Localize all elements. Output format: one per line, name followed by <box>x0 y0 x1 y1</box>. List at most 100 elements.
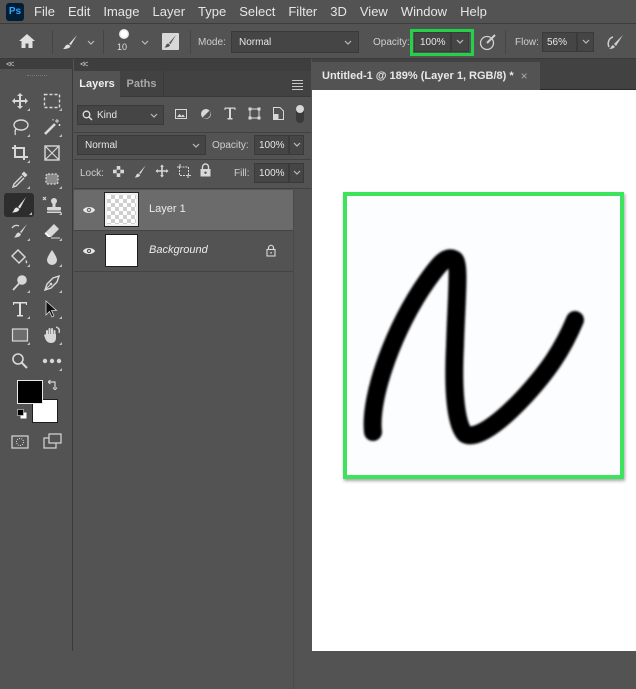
path-selection-tool[interactable] <box>40 297 64 321</box>
rectangular-marquee-tool[interactable] <box>40 89 64 113</box>
filter-toggle-switch[interactable] <box>296 105 304 123</box>
home-icon[interactable] <box>18 33 36 49</box>
brush-stroke-drawing <box>363 249 584 445</box>
document-tab[interactable]: Untitled-1 @ 189% (Layer 1, RGB/8) * × <box>312 62 540 90</box>
quick-mask-icon[interactable] <box>11 435 29 449</box>
lasso-tool[interactable] <box>8 115 32 139</box>
mode-label: Mode: <box>198 37 226 48</box>
menu-edit[interactable]: Edit <box>68 4 90 19</box>
foreground-color-swatch[interactable] <box>17 380 43 404</box>
fill-slider-button[interactable] <box>289 163 304 183</box>
spot-healing-tool[interactable] <box>40 167 64 191</box>
visibility-eye-icon[interactable] <box>82 205 96 215</box>
chevron-down-icon <box>293 142 301 147</box>
default-colors-icon[interactable] <box>17 409 27 419</box>
magic-wand-tool[interactable] <box>40 115 64 139</box>
panel-collapse-button[interactable]: << <box>74 59 311 71</box>
type-tool[interactable] <box>8 297 32 321</box>
menu-view[interactable]: View <box>360 4 388 19</box>
fill-value: 100% <box>259 167 285 179</box>
brush-size-value: 10 <box>117 42 128 52</box>
lock-image-pixels-icon[interactable] <box>134 165 146 178</box>
layers-panel: << Layers Paths Kind Normal Opacity: 100… <box>74 59 311 689</box>
divider <box>74 188 311 189</box>
separator <box>190 30 191 54</box>
lock-position-icon[interactable] <box>155 164 169 178</box>
filter-shape-layers-icon[interactable] <box>248 107 261 120</box>
clone-stamp-tool[interactable] <box>40 193 64 217</box>
menu-layer[interactable]: Layer <box>153 4 186 19</box>
panel-menu-icon[interactable] <box>292 80 303 92</box>
screen-mode-icon[interactable] <box>43 433 63 449</box>
dodge-tool[interactable] <box>8 271 32 295</box>
brush-tip-preview-icon[interactable] <box>119 29 129 39</box>
tools-drag-grip[interactable] <box>27 75 47 78</box>
lock-transparent-pixels-icon[interactable] <box>113 166 124 177</box>
tab-layers[interactable]: Layers <box>74 71 120 97</box>
pen-tool[interactable] <box>40 271 64 295</box>
flow-value: 56% <box>547 36 568 48</box>
rectangle-tool[interactable] <box>8 323 32 347</box>
separator <box>505 30 506 54</box>
edit-toolbar[interactable] <box>40 349 64 373</box>
swap-colors-icon[interactable] <box>48 379 59 390</box>
menu-3d[interactable]: 3D <box>330 4 347 19</box>
lock-artboard-icon[interactable] <box>177 164 191 178</box>
menu-filter[interactable]: Filter <box>288 4 317 19</box>
mode-dropdown[interactable]: Normal <box>231 31 359 53</box>
blend-mode-value: Normal <box>85 139 118 151</box>
layer-locked-icon <box>266 244 276 257</box>
crop-tool[interactable] <box>8 141 32 165</box>
filter-pixel-layers-icon[interactable] <box>175 109 187 119</box>
paint-bucket-tool[interactable] <box>8 245 32 269</box>
frame-tool[interactable] <box>40 141 64 165</box>
brush-tool[interactable] <box>4 193 34 217</box>
filter-adjustment-layers-icon[interactable] <box>200 108 212 120</box>
menu-type[interactable]: Type <box>198 4 226 19</box>
eyedropper-tool[interactable] <box>8 167 32 191</box>
fill-input[interactable]: 100% <box>254 163 289 183</box>
opacity-label: Opacity: <box>373 37 410 48</box>
layer-thumbnail <box>104 192 139 227</box>
menu-bar: Ps File Edit Image Layer Type Select Fil… <box>0 0 636 24</box>
blend-mode-dropdown[interactable]: Normal <box>77 135 206 155</box>
opacity-highlight-annotation <box>410 29 474 56</box>
tool-preset-chevron-icon[interactable] <box>86 38 96 48</box>
canvas[interactable] <box>312 90 636 651</box>
divider <box>74 159 311 160</box>
lock-all-icon[interactable] <box>200 163 211 177</box>
menu-file[interactable]: File <box>34 4 55 19</box>
filter-smart-objects-icon[interactable] <box>273 107 284 120</box>
tab-paths[interactable]: Paths <box>120 71 164 97</box>
more-dots-icon <box>42 358 62 364</box>
close-icon[interactable]: × <box>521 69 528 83</box>
menu-select[interactable]: Select <box>239 4 275 19</box>
brush-settings-panel-icon[interactable] <box>162 33 179 50</box>
brush-picker-chevron-icon[interactable] <box>140 38 150 48</box>
separator <box>103 30 104 54</box>
flow-slider-button[interactable] <box>577 32 594 52</box>
layers-scrollbar-track[interactable] <box>293 190 294 689</box>
tools-panel: << <box>0 59 73 651</box>
move-tool[interactable] <box>8 89 32 113</box>
blur-tool[interactable] <box>40 245 64 269</box>
airbrush-icon[interactable] <box>605 33 625 51</box>
flow-input[interactable]: 56% <box>542 32 577 52</box>
filter-type-layers-icon[interactable] <box>224 107 236 120</box>
visibility-eye-icon[interactable] <box>82 246 96 256</box>
tools-collapse-button[interactable]: << <box>0 59 73 69</box>
zoom-tool[interactable] <box>8 349 32 373</box>
layer-row-layer-1[interactable]: Layer 1 <box>74 190 293 230</box>
tool-preset-brush-icon[interactable] <box>62 34 78 50</box>
layer-opacity-slider-button[interactable] <box>289 135 304 155</box>
filter-kind-dropdown[interactable]: Kind <box>77 105 164 125</box>
layer-opacity-input[interactable]: 100% <box>254 135 289 155</box>
menu-help[interactable]: Help <box>460 4 487 19</box>
layer-row-background[interactable]: Background <box>74 231 293 271</box>
menu-window[interactable]: Window <box>401 4 447 19</box>
history-brush-tool[interactable] <box>8 219 32 243</box>
pressure-opacity-icon[interactable] <box>479 33 497 51</box>
hand-tool[interactable] <box>40 323 64 347</box>
eraser-tool[interactable] <box>40 219 64 243</box>
menu-image[interactable]: Image <box>103 4 139 19</box>
